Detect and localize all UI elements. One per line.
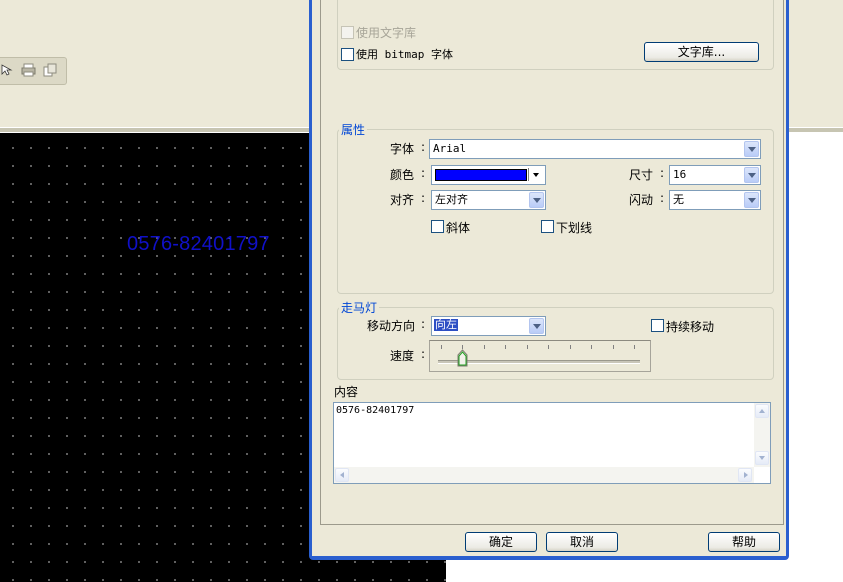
use-bitmap-font-label: 使用 bitmap 字体 [356,48,453,61]
slider-tick [505,345,506,349]
direction-colon: : [421,317,426,331]
direction-select-value: 向左 [434,318,458,331]
content-title: 内容 [334,385,359,399]
ok-button[interactable]: 确定 [465,532,537,552]
slider-tick [527,345,528,349]
font-select[interactable]: Arial [429,139,761,159]
align-label: 对齐 [390,193,415,207]
italic-label: 斜体 [446,221,471,235]
slider-tick [591,345,592,349]
chevron-down-icon[interactable] [533,173,539,177]
printer-icon[interactable] [21,63,36,77]
size-select-value: 16 [673,168,687,181]
content-textarea[interactable]: 0576-82401797 [333,402,771,484]
copy-icon[interactable] [43,63,58,77]
chevron-down-icon[interactable] [529,192,544,208]
scroll-up-icon[interactable] [755,404,769,418]
blink-select-value: 无 [673,193,684,206]
align-select-value: 左对齐 [435,193,468,206]
size-select[interactable]: 16 [669,165,761,185]
continuous-move-checkbox[interactable] [651,319,664,332]
speed-slider[interactable] [429,340,651,372]
font-library-button[interactable]: 文字库... [644,42,759,62]
font-colon: : [421,140,426,154]
use-font-library-checkbox[interactable] [341,26,354,39]
blink-select[interactable]: 无 [669,190,761,210]
speed-label: 速度 [390,349,415,363]
content-text: 0576-82401797 [336,405,415,416]
scroll-left-icon[interactable] [335,468,349,482]
color-picker-separator [528,168,529,181]
horizontal-scrollbar[interactable] [334,467,754,483]
use-bitmap-font-checkbox[interactable] [341,48,354,61]
chevron-down-icon[interactable] [744,192,759,208]
font-label: 字体 [390,142,415,156]
chevron-down-icon[interactable] [744,167,759,183]
direction-label: 移动方向 [367,319,416,333]
speed-colon: : [421,347,426,361]
slider-tick [548,345,549,349]
slider-track [438,360,640,364]
font-select-value: Arial [433,142,467,155]
cancel-button[interactable]: 取消 [546,532,618,552]
blink-label: 闪动 [629,193,654,207]
color-picker[interactable] [431,165,546,185]
slider-tick [441,345,442,349]
slider-tick [570,345,571,349]
marquee-group-title: 走马灯 [339,299,380,316]
slider-tick [634,345,635,349]
size-colon: : [660,166,665,180]
cursor-icon[interactable] [0,63,15,77]
help-button[interactable]: 帮助 [708,532,780,552]
continuous-move-label: 持续移动 [666,320,715,334]
canvas-marquee-text[interactable]: 0576-82401797 [127,233,270,256]
italic-checkbox[interactable] [431,220,444,233]
slider-tick [613,345,614,349]
chevron-down-icon[interactable] [529,318,544,334]
slider-tick [484,345,485,349]
text-properties-dialog: 使用文字库 使用 bitmap 字体 文字库... 属性 字体 : Arial … [309,0,789,560]
underline-checkbox[interactable] [541,220,554,233]
size-label: 尺寸 [629,168,654,182]
underline-label: 下划线 [556,221,593,235]
slider-thumb-icon[interactable] [457,349,468,367]
dialog-body: 使用文字库 使用 bitmap 字体 文字库... 属性 字体 : Arial … [312,0,786,556]
background-tool-strip [0,57,67,85]
scroll-right-icon[interactable] [738,468,752,482]
properties-group-title: 属性 [339,121,368,138]
vertical-scrollbar[interactable] [754,403,770,467]
direction-select[interactable]: 向左 [431,316,546,336]
color-label: 颜色 [390,168,415,182]
scroll-down-icon[interactable] [755,451,769,465]
use-font-library-label: 使用文字库 [356,26,417,40]
align-colon: : [421,191,426,205]
color-colon: : [421,166,426,180]
blink-colon: : [660,191,665,205]
color-swatch [435,169,527,181]
chevron-down-icon[interactable] [744,141,759,157]
align-select[interactable]: 左对齐 [431,190,546,210]
